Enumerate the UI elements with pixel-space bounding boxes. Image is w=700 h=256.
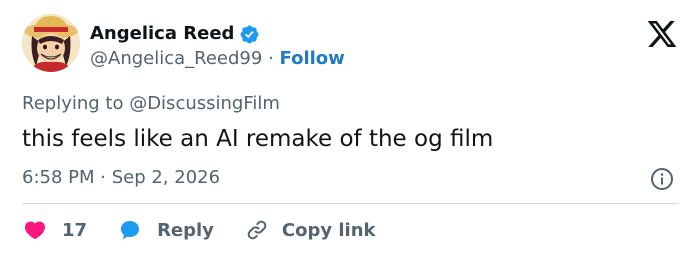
- copy-link-label: Copy link: [281, 219, 376, 241]
- action-bar: 17 Reply Copy link: [22, 216, 376, 244]
- handle-separator: ·: [268, 48, 280, 69]
- follow-button[interactable]: Follow: [280, 48, 345, 69]
- link-icon: [247, 220, 267, 240]
- tweet-timestamp[interactable]: 6:58 PM · Sep 2, 2026: [22, 166, 220, 190]
- heart-icon: [24, 221, 46, 240]
- replying-to[interactable]: Replying to @DiscussingFilm: [22, 92, 280, 116]
- tweet-card: Angelica Reed @Angelica_Reed99 · Follow …: [0, 0, 700, 256]
- divider: [22, 203, 678, 204]
- reply-bubble-icon: [121, 221, 140, 240]
- x-logo-icon[interactable]: [644, 18, 680, 50]
- author-handle-line: @Angelica_Reed99 · Follow: [90, 47, 345, 71]
- reply-label: Reply: [157, 219, 214, 241]
- info-icon[interactable]: [650, 167, 674, 191]
- author-handle[interactable]: @Angelica_Reed99: [90, 48, 262, 69]
- like-button[interactable]: 17: [22, 218, 87, 242]
- like-count: 17: [62, 219, 88, 241]
- tweet-text: this feels like an AI remake of the og f…: [22, 126, 494, 152]
- reply-button[interactable]: Reply: [117, 218, 214, 242]
- avatar-image: [22, 14, 80, 72]
- copy-link-button[interactable]: Copy link: [244, 218, 376, 242]
- verified-badge-icon: [240, 25, 259, 43]
- avatar[interactable]: [22, 14, 80, 72]
- author-name-row[interactable]: Angelica Reed: [90, 22, 260, 46]
- author-display-name[interactable]: Angelica Reed: [90, 22, 234, 46]
